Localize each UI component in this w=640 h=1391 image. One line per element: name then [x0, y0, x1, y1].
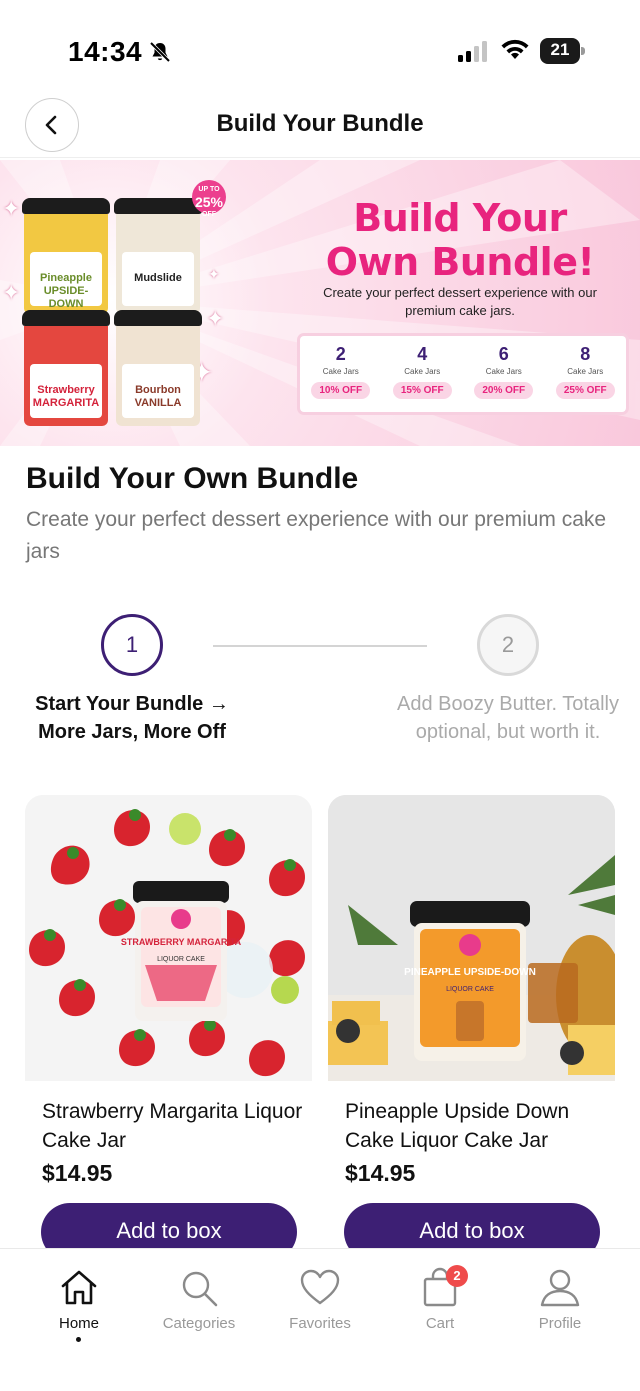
- tab-label: Cart: [425, 1315, 455, 1332]
- tier-4: 4 Cake Jars 15% OFF: [382, 336, 464, 412]
- jar-label: Bourbon VANILLA: [134, 384, 182, 409]
- product-price: $14.95: [42, 1160, 113, 1186]
- step-connector: [213, 645, 427, 647]
- step-number: 2: [501, 632, 515, 657]
- banner-subtitle: Create your perfect dessert experience w…: [323, 285, 597, 318]
- jar-label: STRAWBERRY MARGARITA: [121, 937, 242, 947]
- tab-categories[interactable]: Categories: [139, 1267, 259, 1332]
- tier-unit: Cake Jars: [404, 367, 441, 376]
- product-image-strawberry[interactable]: STRAWBERRY MARGARITA LIQUOR CAKE: [25, 795, 312, 1081]
- tier-unit: Cake Jars: [485, 367, 522, 376]
- step-2-label: Add Boozy Butter. Totally optional, but …: [397, 693, 619, 743]
- banner-title: Build Your Own Bundle!: [300, 196, 620, 284]
- promo-banner: ✦ ✦ ✦ ✦ ✦ Pineapple UPSIDE-DOWN Mudslide…: [0, 160, 640, 446]
- tab-cart[interactable]: 2 Cart: [380, 1265, 500, 1332]
- tab-label: Categories: [162, 1315, 236, 1332]
- product-image-pineapple[interactable]: PINEAPPLE UPSIDE-DOWN LIQUOR CAKE: [328, 795, 615, 1081]
- tab-home[interactable]: Home: [19, 1267, 139, 1332]
- bottom-tab-bar: Home Categories Favorites 2 Cart Profile: [0, 1248, 640, 1391]
- step-1-label: Start Your Bundle → More Jars, More Off: [35, 693, 229, 743]
- discount-tiers: 2 Cake Jars 10% OFF 4 Cake Jars 15% OFF …: [300, 336, 626, 412]
- active-tab-indicator: [76, 1337, 81, 1342]
- product-price: $14.95: [345, 1160, 416, 1186]
- jar-sub: LIQUOR CAKE: [157, 956, 205, 963]
- sparkle-icon: ✦: [208, 266, 220, 282]
- tier-unit: Cake Jars: [567, 367, 604, 376]
- tier-8: 8 Cake Jars 25% OFF: [545, 336, 627, 412]
- tier-discount: 25% OFF: [555, 382, 615, 399]
- tab-favorites[interactable]: Favorites: [260, 1267, 380, 1332]
- pineapple-upside-down-photo: PINEAPPLE UPSIDE-DOWN LIQUOR CAKE: [328, 795, 615, 1081]
- product-name[interactable]: Strawberry Margarita Liquor Cake Jar: [42, 1097, 312, 1155]
- badge-bottom: OFF: [202, 211, 216, 218]
- sparkle-icon: ✦: [2, 196, 21, 221]
- battery-icon: 21: [540, 38, 586, 64]
- product-name[interactable]: Pineapple Upside Down Cake Liquor Cake J…: [345, 1097, 615, 1155]
- header: Build Your Bundle: [0, 96, 640, 158]
- tier-discount: 10% OFF: [311, 382, 371, 399]
- section-subtitle: Create your perfect dessert experience w…: [26, 508, 607, 563]
- tier-count: 2: [335, 344, 346, 364]
- jar-label: PINEAPPLE UPSIDE-DOWN: [404, 967, 536, 978]
- cart-count-badge: 2: [446, 1265, 468, 1287]
- jar-label: Strawberry MARGARITA: [32, 384, 100, 409]
- badge-value: 25%: [194, 194, 224, 210]
- tier-unit: Cake Jars: [322, 367, 359, 376]
- step-2-indicator[interactable]: 2: [477, 614, 539, 676]
- banner-jar-pineapple: Pineapple UPSIDE-DOWN: [22, 198, 110, 314]
- jar-label: Mudslide: [134, 272, 182, 284]
- sparkle-icon: ✦: [2, 280, 21, 305]
- tier-discount: 20% OFF: [474, 382, 534, 399]
- tier-count: 8: [580, 344, 591, 364]
- jar-label: Pineapple UPSIDE-DOWN: [40, 272, 92, 310]
- discount-badge: UP TO 25% OFF: [192, 180, 226, 218]
- home-icon: [61, 1270, 97, 1305]
- page-title: Build Your Bundle: [216, 110, 424, 137]
- tab-profile[interactable]: Profile: [500, 1267, 620, 1332]
- step-1-indicator[interactable]: 1: [101, 614, 163, 676]
- tier-count: 4: [417, 344, 428, 364]
- banner-jar-mudslide: Mudslide: [114, 198, 202, 314]
- banner-jar-bourbon: Bourbon VANILLA: [114, 310, 202, 426]
- banner-jar-strawberry: Strawberry MARGARITA: [22, 310, 110, 426]
- search-icon: [182, 1271, 218, 1307]
- user-icon: [540, 1269, 580, 1307]
- tab-label: Favorites: [289, 1315, 351, 1332]
- step-number: 1: [125, 632, 139, 657]
- section-title: Build Your Own Bundle: [26, 462, 359, 495]
- signal-icon: [458, 41, 487, 62]
- wifi-icon: [501, 39, 529, 59]
- battery-level: 21: [550, 40, 570, 59]
- tab-label: Profile: [538, 1315, 582, 1332]
- tier-count: 6: [498, 344, 509, 364]
- status-bar: 14:34 21: [0, 0, 640, 96]
- strawberry-margarita-photo: STRAWBERRY MARGARITA LIQUOR CAKE: [25, 795, 312, 1081]
- banner-title-line1: Build Your: [353, 196, 567, 240]
- heart-icon: [300, 1269, 340, 1305]
- status-time: 14:34: [68, 36, 143, 67]
- tier-2: 2 Cake Jars 10% OFF: [300, 336, 382, 412]
- sparkle-icon: ✦: [206, 306, 225, 331]
- tier-discount: 15% OFF: [392, 382, 452, 399]
- banner-title-line2: Own Bundle!: [325, 240, 595, 284]
- tab-label: Home: [58, 1315, 99, 1332]
- jar-sub: LIQUOR CAKE: [446, 986, 494, 993]
- bell-muted-icon: [149, 41, 171, 63]
- tier-6: 6 Cake Jars 20% OFF: [463, 336, 545, 412]
